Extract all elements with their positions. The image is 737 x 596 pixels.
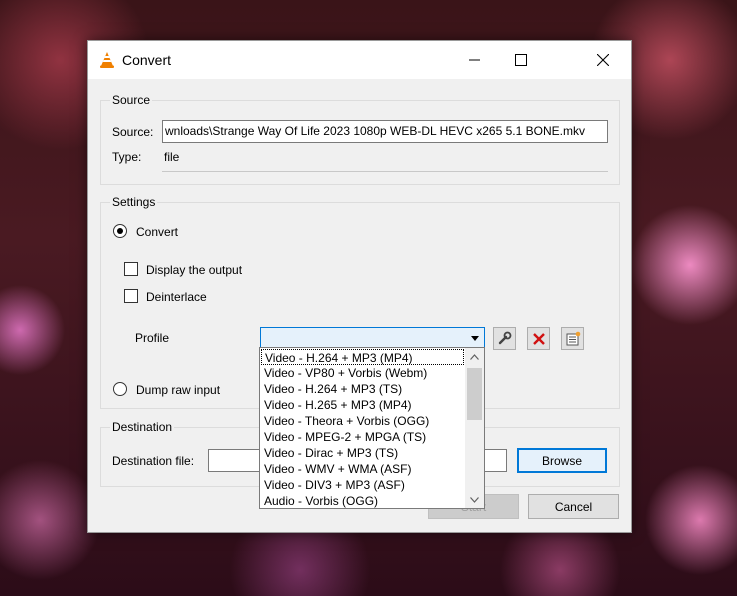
maximize-button[interactable] <box>498 41 544 79</box>
source-path-field[interactable]: wnloads\Strange Way Of Life 2023 1080p W… <box>162 120 608 143</box>
profile-option[interactable]: Video - H.264 + MP3 (TS) <box>261 381 464 397</box>
source-separator <box>162 171 608 172</box>
cancel-button[interactable]: Cancel <box>528 494 619 519</box>
delete-x-icon <box>532 332 545 345</box>
profile-option[interactable]: Audio - Vorbis (OGG) <box>261 493 464 509</box>
profile-dropdown-list[interactable]: Video - H.264 + MP3 (MP4) Video - VP80 +… <box>259 347 485 509</box>
chevron-up-icon <box>470 353 479 360</box>
maximize-icon <box>515 54 527 66</box>
profile-option[interactable]: Video - WMV + WMA (ASF) <box>261 461 464 477</box>
cancel-button-label: Cancel <box>554 499 593 514</box>
vlc-cone-icon <box>100 52 114 68</box>
scroll-thumb[interactable] <box>467 368 482 420</box>
close-button[interactable] <box>580 41 626 79</box>
scroll-up-button[interactable] <box>465 348 484 365</box>
deinterlace-checkbox[interactable] <box>124 289 138 303</box>
profile-option[interactable]: Video - H.265 + MP3 (MP4) <box>261 397 464 413</box>
convert-radio-label[interactable]: Convert <box>136 225 178 239</box>
window-title: Convert <box>122 52 172 68</box>
chevron-down-icon <box>471 336 479 341</box>
title-bar[interactable]: Convert <box>88 41 631 79</box>
chevron-down-icon <box>470 496 479 503</box>
convert-radio[interactable] <box>113 224 127 238</box>
edit-profile-button[interactable] <box>493 327 516 350</box>
delete-profile-button[interactable] <box>527 327 550 350</box>
profile-option[interactable]: Video - H.264 + MP3 (MP4) <box>261 349 464 365</box>
scroll-down-button[interactable] <box>465 491 484 508</box>
deinterlace-label[interactable]: Deinterlace <box>146 290 207 304</box>
profile-option[interactable]: Video - MPEG-2 + MPGA (TS) <box>261 429 464 445</box>
display-output-checkbox[interactable] <box>124 262 138 276</box>
browse-button[interactable]: Browse <box>517 448 607 473</box>
type-value: file <box>164 150 180 164</box>
minimize-button[interactable] <box>452 41 498 79</box>
profile-option[interactable]: Video - VP80 + Vorbis (Webm) <box>261 365 464 381</box>
new-profile-button[interactable] <box>561 327 584 350</box>
dump-raw-radio[interactable] <box>113 382 127 396</box>
dropdown-scrollbar[interactable] <box>465 348 484 508</box>
browse-button-label: Browse <box>541 453 582 468</box>
profile-option[interactable]: Video - Theora + Vorbis (OGG) <box>261 413 464 429</box>
type-label: Type: <box>112 150 142 164</box>
settings-group-label: Settings <box>110 195 158 209</box>
dump-raw-label[interactable]: Dump raw input <box>136 383 220 397</box>
minimize-icon <box>469 59 480 61</box>
destination-file-label: Destination file: <box>112 454 195 468</box>
profile-label: Profile <box>135 331 170 345</box>
new-profile-icon <box>566 331 580 345</box>
destination-group-label: Destination <box>110 420 175 434</box>
wrench-icon <box>498 331 512 345</box>
source-label: Source: <box>112 125 154 139</box>
close-icon <box>597 54 609 66</box>
source-group-label: Source <box>110 93 153 107</box>
profile-option[interactable]: Video - Dirac + MP3 (TS) <box>261 445 464 461</box>
profile-options: Video - H.264 + MP3 (MP4) Video - VP80 +… <box>261 349 464 509</box>
display-output-label[interactable]: Display the output <box>146 263 242 277</box>
profile-option[interactable]: Video - DIV3 + MP3 (ASF) <box>261 477 464 493</box>
